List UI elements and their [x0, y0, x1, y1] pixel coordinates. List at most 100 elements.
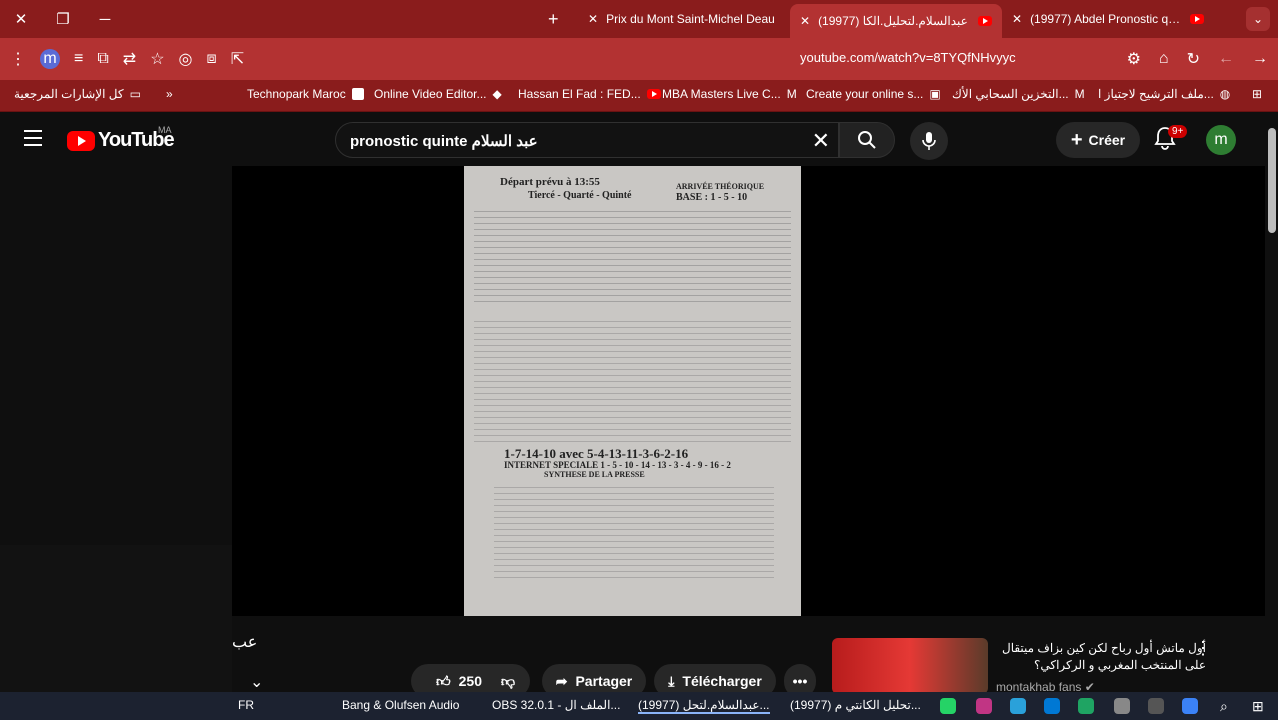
folder-icon: ▭ — [129, 87, 141, 101]
bookmark-create-online[interactable]: Create your online s... ▣ — [806, 87, 941, 101]
more-horizontal-icon: ••• — [792, 673, 808, 689]
site-settings-icon[interactable]: ⚙ — [1127, 49, 1141, 69]
apps-grid-icon[interactable]: ⊞ — [1252, 87, 1262, 101]
tab-youtube-active[interactable]: ✕ (19977) عبدالسلام.لتحليل.الكا — [790, 4, 1002, 38]
whatsapp-icon[interactable] — [940, 698, 956, 714]
close-window-icon[interactable]: ✕ — [0, 0, 42, 38]
paper-synthese: SYNTHESE DE LA PRESSE — [544, 470, 645, 479]
url-text[interactable]: youtube.com/watch?v=8TYQfNHvyyc — [800, 50, 1016, 65]
extensions-icon[interactable]: ⧉ — [97, 50, 108, 68]
bookmark-technopark[interactable]: Technopark Maroc — [247, 87, 364, 101]
files-icon[interactable] — [1148, 698, 1164, 714]
paper-internet: INTERNET SPECIALE 1 - 5 - 10 - 14 - 13 -… — [504, 460, 731, 470]
voice-search-button[interactable] — [910, 122, 948, 160]
new-tab-button[interactable]: + — [548, 9, 559, 30]
account-avatar[interactable]: m — [1206, 125, 1236, 155]
search-query: pronostic quinte عبد السلام — [350, 133, 538, 150]
mail-icon[interactable] — [1044, 698, 1060, 714]
home-icon[interactable]: ⌂ — [1159, 50, 1169, 68]
windows-taskbar: FR Bang & Olufsen Audio OBS 32.0.1 - الم… — [0, 692, 1278, 720]
recommendation-menu-icon[interactable]: ⋮ — [1194, 638, 1212, 659]
media-control-icon[interactable]: ≡ — [74, 50, 83, 68]
profile-avatar[interactable]: m — [40, 49, 60, 69]
close-tab-icon[interactable]: ✕ — [1012, 12, 1022, 26]
download-icon: ⤓ — [668, 672, 675, 689]
bookmark-all[interactable]: كل الإشارات المرجعية ▭ — [14, 87, 141, 101]
telegram-icon[interactable] — [1010, 698, 1026, 714]
instagram-icon[interactable] — [976, 698, 992, 714]
technopark-icon — [351, 88, 364, 100]
mega-icon: M — [1074, 87, 1085, 101]
youtube-header: YouTube MA pronostic quinte عبد السلام ✕… — [0, 112, 1265, 166]
create-button[interactable]: + Créer — [1056, 122, 1140, 158]
edge-icon[interactable] — [1078, 698, 1094, 714]
search-icon — [858, 131, 876, 149]
paper-race: Tiercé - Quarté - Quinté — [528, 190, 632, 201]
left-dark-panel — [0, 545, 232, 695]
bookmarks-bar: كل الإشارات المرجعية ▭ » Technopark Maroc… — [0, 80, 1278, 112]
thumbs-up-icon: 👍︎ — [436, 672, 451, 689]
search-taskbar-icon[interactable]: ⌕ — [1220, 698, 1228, 715]
tab-abdel-pronostic[interactable]: ✕ (19977) Abdel Pronostic quinte — [1002, 0, 1214, 38]
eye-off-icon[interactable]: ◎ — [179, 49, 193, 69]
hamburger-menu-icon[interactable] — [24, 130, 42, 146]
install-app-icon[interactable]: ⇱ — [231, 49, 244, 69]
paper-table-top — [474, 206, 791, 306]
shopify-icon: ▣ — [929, 87, 941, 101]
editor-icon: ◆ — [492, 87, 502, 101]
back-icon[interactable]: ← — [1218, 50, 1234, 68]
taskbar-item-audio[interactable]: Bang & Olufsen Audio — [342, 698, 459, 712]
language-indicator[interactable]: FR — [238, 698, 254, 712]
tab-search-chevron-icon[interactable]: ⌄ — [1246, 7, 1270, 31]
thumbs-down-icon: 👎︎ — [500, 672, 516, 689]
bookmarks-overflow-icon[interactable]: » — [166, 87, 173, 101]
calculator-icon[interactable] — [1114, 698, 1130, 714]
chevron-down-icon[interactable]: ⌄ — [250, 672, 263, 692]
bookmark-video-editor[interactable]: Online Video Editor... ◆ — [374, 87, 502, 101]
video-thumbnail[interactable] — [832, 638, 988, 694]
tab-title: (19977) Abdel Pronostic quinte — [1030, 12, 1182, 26]
close-tab-icon[interactable]: ✕ — [800, 14, 810, 28]
microphone-icon — [922, 132, 936, 150]
bookmark-cloud[interactable]: التخزين السحابي الأك... M — [952, 87, 1085, 101]
share-label: Partager — [575, 673, 633, 689]
search-button[interactable] — [839, 122, 895, 158]
close-tab-icon[interactable]: ✕ — [588, 12, 598, 26]
plus-icon: + — [1070, 128, 1083, 151]
clear-search-icon[interactable]: ✕ — [812, 128, 830, 154]
bookmark-hassan[interactable]: Hassan El Fad : FED... — [518, 87, 661, 101]
country-code: MA — [158, 125, 172, 135]
address-bar: ⋮ m ≡ ⧉ ⇄ ☆ ◎ ⧈ ⇱ youtube.com/watch?v=8T… — [0, 38, 1278, 80]
paper-arrivee: ARRIVÉE THÉORIQUE — [676, 182, 765, 191]
window-controls: ✕ ❐ ─ — [0, 0, 126, 38]
search-input[interactable]: pronostic quinte عبد السلام ✕ — [335, 122, 839, 158]
menu-kebab-icon[interactable]: ⋮ — [10, 49, 26, 69]
recommended-title[interactable]: أول ماتش أول رباح لكن كين بزاف ميتقال عل… — [996, 640, 1206, 674]
tab-prix-mont-saint-michel[interactable]: ✕ Prix du Mont Saint-Michel Deau — [578, 0, 790, 38]
copilot-icon[interactable] — [1182, 698, 1198, 714]
bookmark-candidature[interactable]: ملف الترشيح لاجتياز ا... ◍ — [1098, 87, 1230, 101]
notification-badge: 9+ — [1168, 125, 1188, 138]
forward-icon[interactable]: → — [1252, 50, 1268, 68]
restore-window-icon[interactable]: ❐ — [42, 0, 84, 38]
taskbar-item-chrome[interactable]: (19977) تحليل الكانتي م... — [790, 698, 921, 712]
download-label: Télécharger — [682, 673, 762, 689]
browser-tab-bar: ✕ ❐ ─ + ✕ Prix du Mont Saint-Michel Deau… — [0, 0, 1278, 38]
youtube-logo[interactable]: YouTube MA — [67, 125, 175, 152]
taskbar-item-obs[interactable]: OBS 32.0.1 - الملف ال... — [492, 698, 620, 712]
paper-base: BASE : 1 - 5 - 10 — [676, 192, 748, 203]
youtube-icon — [646, 89, 661, 99]
tab-title: Prix du Mont Saint-Michel Deau — [606, 12, 775, 26]
create-label: Créer — [1088, 132, 1126, 148]
windows-start-icon[interactable]: ⊞ — [1252, 698, 1264, 715]
bookmark-mba[interactable]: MBA Masters Live C... M — [662, 87, 797, 101]
copy-icon[interactable]: ⧈ — [207, 50, 217, 68]
reload-icon[interactable]: ↻ — [1187, 49, 1200, 69]
share-icon: ➦ — [555, 672, 568, 689]
taskbar-item-chrome-active[interactable]: (19977) عبدالسلام.لتحل... — [638, 698, 770, 714]
bookmark-star-icon[interactable]: ☆ — [150, 49, 164, 69]
video-frame-paper: Départ prévu à 13:55 Tiercé - Quarté - Q… — [464, 166, 801, 616]
page-scrollbar[interactable] — [1268, 128, 1276, 233]
minimize-window-icon[interactable]: ─ — [84, 0, 126, 38]
translate-icon[interactable]: ⇄ — [123, 49, 136, 69]
